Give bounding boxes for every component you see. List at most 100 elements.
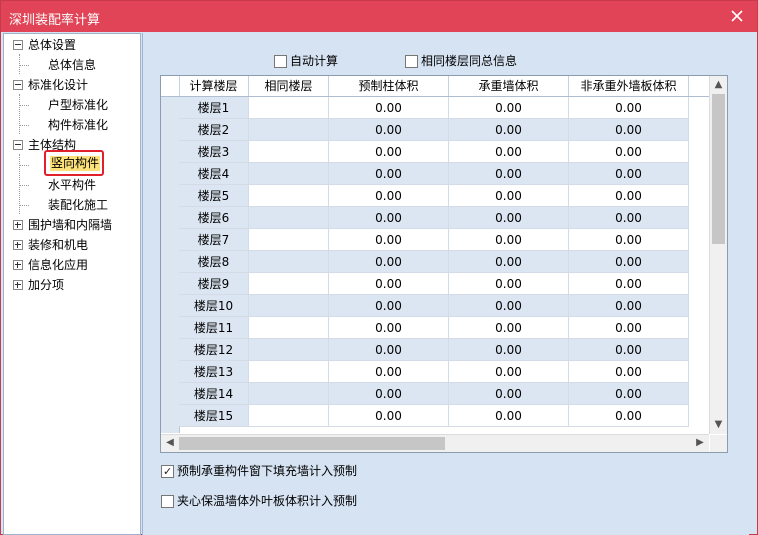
table-cell-col[interactable]: 0.00 <box>329 229 449 251</box>
table-cell-wall[interactable]: 0.00 <box>449 339 569 361</box>
table-row[interactable]: 楼层3 0.00 0.00 0.00 <box>179 141 709 163</box>
table-cell-wall[interactable]: 0.00 <box>449 361 569 383</box>
table-cell-wall[interactable]: 0.00 <box>449 207 569 229</box>
table-cell-col[interactable]: 0.00 <box>329 119 449 141</box>
table-cell-same[interactable] <box>249 163 329 185</box>
table-cell-same[interactable] <box>249 273 329 295</box>
table-cell-ext[interactable]: 0.00 <box>569 361 689 383</box>
table-row[interactable]: 楼层11 0.00 0.00 0.00 <box>179 317 709 339</box>
table-cell-col[interactable]: 0.00 <box>329 251 449 273</box>
collapse-icon[interactable] <box>13 80 23 90</box>
table-cell-ext[interactable]: 0.00 <box>569 185 689 207</box>
table-cell-ext[interactable]: 0.00 <box>569 273 689 295</box>
table-row[interactable]: 楼层2 0.00 0.00 0.00 <box>179 119 709 141</box>
table-cell-col[interactable]: 0.00 <box>329 339 449 361</box>
table-cell-wall[interactable]: 0.00 <box>449 405 569 427</box>
table-cell-ext[interactable]: 0.00 <box>569 207 689 229</box>
expand-icon[interactable] <box>13 260 23 270</box>
table-cell-wall[interactable]: 0.00 <box>449 119 569 141</box>
table-row[interactable]: 楼层15 0.00 0.00 0.00 <box>179 405 709 427</box>
table-cell-col[interactable]: 0.00 <box>329 97 449 119</box>
tree-item-general-info[interactable]: 总体信息 <box>48 56 96 74</box>
table-row[interactable]: 楼层14 0.00 0.00 0.00 <box>179 383 709 405</box>
table-cell-ext[interactable]: 0.00 <box>569 339 689 361</box>
table-cell-wall[interactable]: 0.00 <box>449 141 569 163</box>
tree-item-vertical-components[interactable]: 竖向构件 <box>44 150 104 176</box>
table-cell-wall[interactable]: 0.00 <box>449 185 569 207</box>
table-cell-wall[interactable]: 0.00 <box>449 273 569 295</box>
scroll-down-icon[interactable]: ▼ <box>713 418 724 432</box>
table-cell-same[interactable] <box>249 251 329 273</box>
close-icon[interactable] <box>727 6 747 26</box>
table-row[interactable]: 楼层4 0.00 0.00 0.00 <box>179 163 709 185</box>
table-cell-ext[interactable]: 0.00 <box>569 251 689 273</box>
collapse-icon[interactable] <box>13 140 23 150</box>
table-row[interactable]: 楼层5 0.00 0.00 0.00 <box>179 185 709 207</box>
vertical-scrollbar[interactable]: ▲ ▼ <box>709 76 727 434</box>
tree-item-horizontal-components[interactable]: 水平构件 <box>48 176 96 194</box>
table-cell-ext[interactable]: 0.00 <box>569 295 689 317</box>
tree-item-unit-standard[interactable]: 户型标准化 <box>48 96 108 114</box>
table-row[interactable]: 楼层7 0.00 0.00 0.00 <box>179 229 709 251</box>
table-cell-wall[interactable]: 0.00 <box>449 383 569 405</box>
table-cell-same[interactable] <box>249 383 329 405</box>
table-cell-wall[interactable]: 0.00 <box>449 251 569 273</box>
table-cell-ext[interactable]: 0.00 <box>569 317 689 339</box>
table-row[interactable]: 楼层13 0.00 0.00 0.00 <box>179 361 709 383</box>
table-cell-ext[interactable]: 0.00 <box>569 229 689 251</box>
checkbox-box[interactable] <box>274 55 287 68</box>
table-cell-wall[interactable]: 0.00 <box>449 317 569 339</box>
table-row[interactable]: 楼层10 0.00 0.00 0.00 <box>179 295 709 317</box>
table-row[interactable]: 楼层9 0.00 0.00 0.00 <box>179 273 709 295</box>
scroll-thumb[interactable] <box>179 437 445 450</box>
table-cell-col[interactable]: 0.00 <box>329 163 449 185</box>
table-cell-same[interactable] <box>249 361 329 383</box>
table-cell-same[interactable] <box>249 119 329 141</box>
table-cell-col[interactable]: 0.00 <box>329 361 449 383</box>
title-bar[interactable]: 深圳装配率计算 <box>1 1 757 32</box>
table-cell-col[interactable]: 0.00 <box>329 295 449 317</box>
table-cell-same[interactable] <box>249 295 329 317</box>
expand-icon[interactable] <box>13 240 23 250</box>
table-cell-ext[interactable]: 0.00 <box>569 97 689 119</box>
expand-icon[interactable] <box>13 280 23 290</box>
column-header[interactable]: 非承重外墙板体积 <box>569 76 689 96</box>
table-cell-same[interactable] <box>249 97 329 119</box>
tree-item-assembly-construction[interactable]: 装配化施工 <box>48 196 108 214</box>
table-cell-col[interactable]: 0.00 <box>329 141 449 163</box>
column-header[interactable]: 计算楼层 <box>179 76 249 96</box>
table-cell-ext[interactable]: 0.00 <box>569 141 689 163</box>
table-cell-same[interactable] <box>249 141 329 163</box>
tree-item-component-standard[interactable]: 构件标准化 <box>48 116 108 134</box>
table-cell-ext[interactable]: 0.00 <box>569 405 689 427</box>
table-cell-same[interactable] <box>249 317 329 339</box>
table-cell-col[interactable]: 0.00 <box>329 207 449 229</box>
expand-icon[interactable] <box>13 220 23 230</box>
table-cell-same[interactable] <box>249 339 329 361</box>
table-cell-same[interactable] <box>249 207 329 229</box>
scroll-right-icon[interactable]: ▶ <box>693 436 707 450</box>
table-cell-wall[interactable]: 0.00 <box>449 229 569 251</box>
table-row[interactable]: 楼层6 0.00 0.00 0.00 <box>179 207 709 229</box>
scroll-left-icon[interactable]: ◀ <box>163 436 177 450</box>
horizontal-scrollbar[interactable]: ◀ ▶ <box>161 434 709 452</box>
checkbox-box[interactable] <box>161 495 174 508</box>
table-cell-same[interactable] <box>249 229 329 251</box>
table-cell-col[interactable]: 0.00 <box>329 185 449 207</box>
table-cell-wall[interactable]: 0.00 <box>449 295 569 317</box>
table-row[interactable]: 楼层1 0.00 0.00 0.00 <box>179 97 709 119</box>
table-cell-col[interactable]: 0.00 <box>329 405 449 427</box>
table-cell-wall[interactable]: 0.00 <box>449 163 569 185</box>
checkbox-box[interactable] <box>405 55 418 68</box>
table-cell-wall[interactable]: 0.00 <box>449 97 569 119</box>
table-cell-same[interactable] <box>249 405 329 427</box>
table-cell-col[interactable]: 0.00 <box>329 383 449 405</box>
table-row[interactable]: 楼层8 0.00 0.00 0.00 <box>179 251 709 273</box>
table-row[interactable]: 楼层12 0.00 0.00 0.00 <box>179 339 709 361</box>
table-cell-ext[interactable]: 0.00 <box>569 119 689 141</box>
table-cell-col[interactable]: 0.00 <box>329 273 449 295</box>
scroll-thumb[interactable] <box>712 94 725 244</box>
scroll-up-icon[interactable]: ▲ <box>713 78 724 92</box>
column-header[interactable]: 相同楼层 <box>249 76 329 96</box>
collapse-icon[interactable] <box>13 40 23 50</box>
